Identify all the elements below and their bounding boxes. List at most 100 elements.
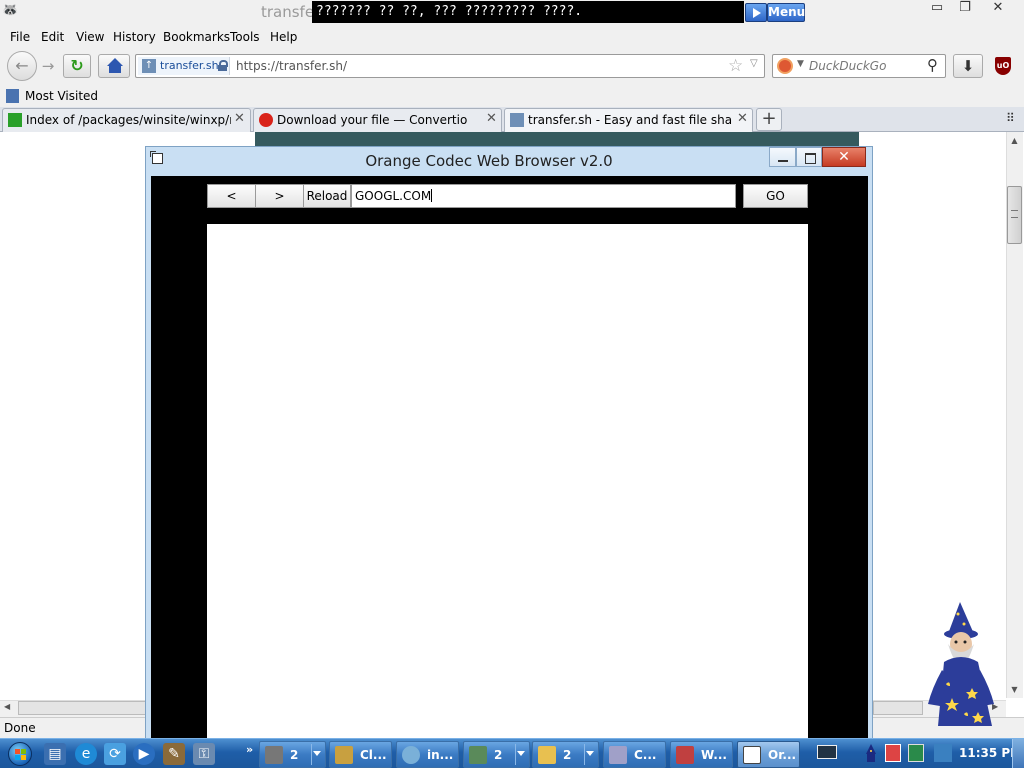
oc-address-text: GOOGL.COM bbox=[355, 189, 432, 203]
search-icon[interactable]: ⚲ bbox=[927, 56, 938, 74]
download-icon[interactable]: ⬇ bbox=[953, 54, 983, 78]
orange-codec-window: Orange Codec Web Browser v2.0 ✕ < > Relo… bbox=[145, 146, 873, 749]
tab-list-icon[interactable]: ⠿ bbox=[1006, 111, 1015, 125]
scroll-up-icon[interactable]: ▲ bbox=[1006, 132, 1023, 149]
menu-tools[interactable]: Tools bbox=[230, 30, 260, 44]
duckduckgo-icon[interactable] bbox=[777, 58, 793, 74]
media-player-icon[interactable]: ▶ bbox=[133, 743, 155, 765]
chevron-down-icon[interactable] bbox=[517, 751, 525, 756]
scroll-left-icon[interactable]: ◀ bbox=[4, 702, 10, 711]
oc-web-viewport[interactable] bbox=[207, 224, 808, 749]
ublock-icon[interactable]: uO bbox=[990, 54, 1016, 78]
tab-close-icon[interactable]: ✕ bbox=[234, 111, 245, 126]
quicklaunch-more-icon[interactable]: » bbox=[246, 743, 253, 756]
menu-edit[interactable]: Edit bbox=[41, 30, 64, 44]
folder-favicon-icon bbox=[8, 113, 22, 127]
start-button[interactable] bbox=[4, 740, 36, 768]
bookmark-most-visited[interactable]: Most Visited bbox=[25, 89, 98, 103]
home-icon[interactable] bbox=[98, 54, 130, 78]
menu-view[interactable]: View bbox=[76, 30, 104, 44]
menu-history[interactable]: History bbox=[113, 30, 156, 44]
task-label: 2 bbox=[290, 748, 299, 762]
tab-close-icon[interactable]: ✕ bbox=[737, 111, 748, 126]
scroll-down-icon[interactable]: ▼ bbox=[1006, 681, 1023, 698]
task-label: Or... bbox=[768, 748, 797, 762]
windows-explorer-icon[interactable]: ⟳ bbox=[104, 743, 126, 765]
raccoon-app-icon bbox=[265, 746, 283, 764]
task-w[interactable]: W... bbox=[670, 741, 733, 768]
window-icon bbox=[743, 746, 761, 764]
oc-forward-button[interactable]: > bbox=[255, 184, 304, 208]
task-in[interactable]: in... bbox=[396, 741, 459, 768]
oc-back-button[interactable]: < bbox=[207, 184, 256, 208]
engine-dropdown-icon[interactable]: ▼ bbox=[797, 59, 804, 69]
oc-go-button[interactable]: GO bbox=[743, 184, 808, 208]
close-button[interactable]: ✕ bbox=[983, 0, 1013, 18]
usb-device-icon[interactable]: ⚿ bbox=[193, 743, 215, 765]
internet-explorer-icon[interactable]: e bbox=[75, 743, 97, 765]
notification-banner: ??????? ?? ??, ??? ????????? ????. bbox=[312, 1, 744, 23]
play-button[interactable] bbox=[745, 3, 767, 22]
disc-app-icon bbox=[609, 746, 627, 764]
task-divider bbox=[311, 744, 312, 765]
app-quicklaunch-icon[interactable]: ✎ bbox=[163, 743, 185, 765]
minimize-button[interactable]: ▭ bbox=[922, 0, 952, 18]
url-bar[interactable]: ↑ transfer.sh https://transfer.sh/ ☆ ▽ bbox=[135, 54, 765, 78]
task-group-folders[interactable]: 2 bbox=[532, 741, 599, 768]
menu-help[interactable]: Help bbox=[270, 30, 297, 44]
chevron-down-icon[interactable] bbox=[313, 751, 321, 756]
network-tray-icon[interactable] bbox=[934, 744, 952, 762]
back-arrow-icon[interactable]: ← bbox=[7, 51, 37, 81]
tab-close-icon[interactable]: ✕ bbox=[486, 111, 497, 126]
task-divider bbox=[515, 744, 516, 765]
bookmark-star-icon[interactable]: ☆ bbox=[728, 56, 743, 76]
oc-reload-button[interactable]: Reload bbox=[303, 184, 351, 208]
oc-minimize-button[interactable] bbox=[769, 147, 796, 167]
tab-index-packages[interactable]: Index of /packages/winsite/winxp/netutil… bbox=[2, 108, 251, 132]
url-text[interactable]: https://transfer.sh/ bbox=[236, 59, 347, 73]
app-tray-icon[interactable] bbox=[908, 744, 924, 762]
task-c[interactable]: C... bbox=[603, 741, 666, 768]
restore-button[interactable]: ❐ bbox=[950, 0, 980, 18]
oc-maximize-button[interactable] bbox=[796, 147, 822, 167]
task-divider bbox=[584, 744, 585, 765]
menu-bookmarks[interactable]: Bookmarks bbox=[163, 30, 230, 44]
show-desktop-button[interactable] bbox=[1012, 739, 1024, 768]
tab-transfer-sh[interactable]: transfer.sh - Easy and fast file sharing… bbox=[504, 108, 753, 132]
url-dropdown-icon[interactable]: ▽ bbox=[750, 58, 758, 69]
task-label: 2 bbox=[563, 748, 572, 762]
task-label: C... bbox=[634, 748, 657, 762]
merlin-wizard-icon[interactable] bbox=[912, 600, 1002, 728]
task-label: in... bbox=[427, 748, 454, 762]
oc-titlebar[interactable]: Orange Codec Web Browser v2.0 ✕ bbox=[146, 147, 872, 175]
task-orange-codec[interactable]: Or... bbox=[737, 741, 800, 768]
bookmark-folder-icon bbox=[6, 89, 19, 103]
task-group-raccoon[interactable]: 2 bbox=[259, 741, 326, 768]
tab-label: Index of /packages/winsite/winxp/netutil bbox=[26, 113, 231, 127]
site-identity[interactable]: ↑ transfer.sh bbox=[138, 57, 230, 75]
scroll-grip bbox=[1011, 210, 1018, 218]
merlin-tray-icon[interactable] bbox=[863, 744, 879, 762]
forward-arrow-icon[interactable]: → bbox=[38, 56, 58, 76]
menu-bar: File Edit View History Bookmarks Tools H… bbox=[0, 26, 1024, 48]
oc-client-area: < > Reload GOOGL.COM GO bbox=[151, 176, 868, 749]
flag-tray-icon[interactable] bbox=[885, 744, 901, 762]
folder-icon bbox=[538, 746, 556, 764]
search-input[interactable]: DuckDuckGo bbox=[809, 59, 886, 73]
reload-icon[interactable]: ↻ bbox=[63, 54, 91, 78]
tab-convertio[interactable]: Download your file — Convertio ✕ bbox=[253, 108, 502, 132]
new-tab-button[interactable]: + bbox=[756, 108, 782, 131]
tab-label: transfer.sh - Easy and fast file sharing… bbox=[528, 113, 733, 127]
scroll-thumb[interactable] bbox=[18, 701, 146, 715]
app-window-icon bbox=[335, 746, 353, 764]
chevron-down-icon[interactable] bbox=[586, 751, 594, 756]
oc-address-field[interactable]: GOOGL.COM bbox=[351, 184, 736, 208]
oc-close-button[interactable]: ✕ bbox=[822, 147, 866, 167]
user-folder-icon[interactable]: ▤ bbox=[44, 743, 66, 765]
menu-file[interactable]: File bbox=[10, 30, 30, 44]
task-group-network[interactable]: 2 bbox=[463, 741, 530, 768]
keyboard-icon[interactable] bbox=[817, 745, 837, 759]
menu-button[interactable]: Menu bbox=[767, 3, 805, 22]
search-bar[interactable]: ▼ DuckDuckGo ⚲ bbox=[772, 54, 946, 78]
task-cl[interactable]: Cl... bbox=[329, 741, 392, 768]
